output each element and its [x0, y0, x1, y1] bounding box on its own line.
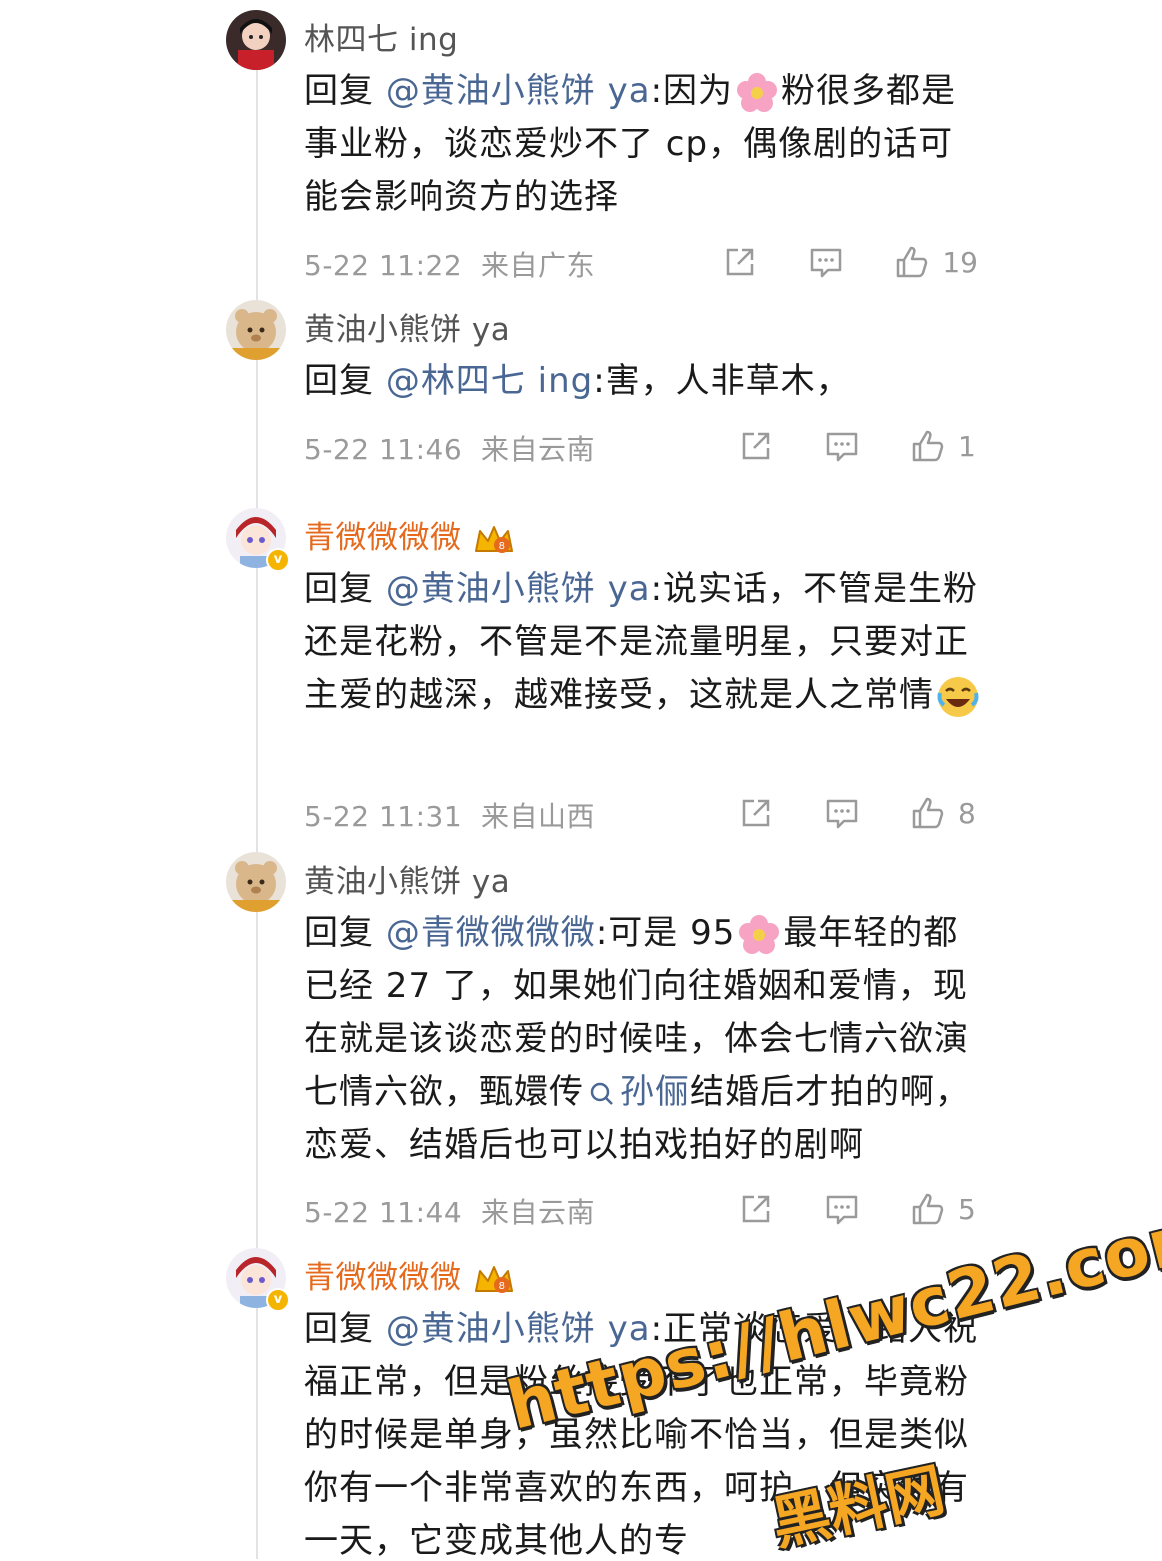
like-count: 5 — [958, 1192, 976, 1226]
comment-text: 回复 @黄油小熊饼 ya:正常谈恋爱，路人祝福正常，但是粉丝接受不了也正常，毕竟… — [304, 1303, 984, 1559]
mention-link[interactable]: @黄油小熊饼 ya — [386, 71, 651, 111]
crown-badge-icon: 8 — [474, 525, 513, 553]
username[interactable]: 黄油小熊饼 ya — [304, 304, 510, 349]
username-text: 青微微微微 — [304, 520, 462, 556]
comment-text-part: :可是 95 — [595, 913, 736, 953]
username[interactable]: 青微微微微 8 — [304, 1252, 516, 1297]
reply-prefix: 回复 — [304, 361, 374, 401]
like-count: 8 — [958, 796, 976, 830]
timestamp: 5-22 11:44 — [304, 1196, 463, 1229]
avatar[interactable] — [226, 300, 286, 360]
avatar-bear-image — [226, 300, 286, 360]
topic-text: 孙俪 — [620, 1072, 690, 1112]
like-count: 1 — [958, 429, 976, 463]
action-bar: 5 — [738, 1189, 978, 1229]
action-bar: 1 — [738, 426, 978, 466]
username[interactable]: 林四七 ing — [304, 14, 458, 59]
flower-emoji — [737, 72, 778, 112]
reply-prefix: 回复 — [304, 1309, 374, 1349]
like-icon[interactable] — [910, 795, 946, 831]
flower-emoji — [739, 914, 780, 954]
username[interactable]: 黄油小熊饼 ya — [304, 856, 510, 901]
comment-text: 回复 @青微微微微:可是 95 最年轻的都已经 27 了，如果她们向往婚姻和爱情，… — [304, 907, 984, 1172]
location: 来自广东 — [480, 249, 595, 282]
action-bar: 8 — [738, 793, 978, 833]
comment-icon[interactable] — [824, 1191, 860, 1227]
mention-link[interactable]: @黄油小熊饼 ya — [386, 569, 651, 609]
search-topic-icon — [590, 1082, 613, 1105]
comment-icon[interactable] — [824, 428, 860, 464]
action-bar: 19 — [722, 242, 978, 282]
comment-meta: 5-22 11:31 来自山西 — [304, 795, 595, 835]
avatar-bear-image — [226, 852, 286, 912]
laugh-cry-emoji — [937, 676, 979, 717]
comment-meta: 5-22 11:22 来自广东 — [304, 244, 595, 284]
timestamp: 5-22 11:46 — [304, 433, 463, 466]
svg-text:8: 8 — [498, 1281, 505, 1292]
mention-link[interactable]: @林四七 ing — [386, 361, 593, 401]
comment-text-part: :害，人非草木， — [593, 361, 851, 401]
timestamp: 5-22 11:31 — [304, 800, 463, 833]
share-icon[interactable] — [722, 244, 758, 280]
thread-line — [256, 60, 258, 1559]
location: 来自云南 — [480, 1196, 595, 1229]
username[interactable]: 青微微微微 8 — [304, 512, 516, 557]
share-icon[interactable] — [738, 428, 774, 464]
location: 来自云南 — [480, 433, 595, 466]
reply-prefix: 回复 — [304, 913, 374, 953]
like-icon[interactable] — [910, 1191, 946, 1227]
reply-prefix: 回复 — [304, 569, 374, 609]
like-icon[interactable] — [910, 428, 946, 464]
mention-link[interactable]: @黄油小熊饼 ya — [386, 1309, 651, 1349]
svg-text:8: 8 — [498, 541, 505, 552]
topic-link[interactable]: 孙俪 — [584, 1072, 690, 1112]
location: 来自山西 — [480, 800, 595, 833]
like-icon[interactable] — [894, 244, 930, 280]
share-icon[interactable] — [738, 1191, 774, 1227]
verified-badge-icon: v — [266, 548, 290, 572]
share-icon[interactable] — [738, 795, 774, 831]
avatar[interactable] — [226, 10, 286, 70]
avatar-girl-image — [226, 10, 286, 70]
like-count: 19 — [942, 245, 978, 279]
timestamp: 5-22 11:22 — [304, 249, 463, 282]
comment-text: 回复 @黄油小熊饼 ya:说实话，不管是生粉还是花粉，不管是不是流量明星，只要对… — [304, 563, 984, 722]
reply-prefix: 回复 — [304, 71, 374, 111]
comment-meta: 5-22 11:46 来自云南 — [304, 428, 595, 468]
comment-text: 回复 @黄油小熊饼 ya:因为 粉很多都是事业粉，谈恋爱炒不了 cp，偶像剧的话可… — [304, 65, 984, 224]
verified-badge-icon: v — [266, 1288, 290, 1312]
username-text: 青微微微微 — [304, 1260, 462, 1296]
comment-icon[interactable] — [824, 795, 860, 831]
comment-meta: 5-22 11:44 来自云南 — [304, 1191, 595, 1231]
comment-icon[interactable] — [808, 244, 844, 280]
mention-link[interactable]: @青微微微微 — [386, 913, 596, 953]
comment-text: 回复 @林四七 ing:害，人非草木， — [304, 355, 984, 408]
crown-badge-icon: 8 — [474, 1265, 513, 1293]
avatar[interactable] — [226, 852, 286, 912]
comment-text-part: :因为 — [650, 71, 734, 111]
